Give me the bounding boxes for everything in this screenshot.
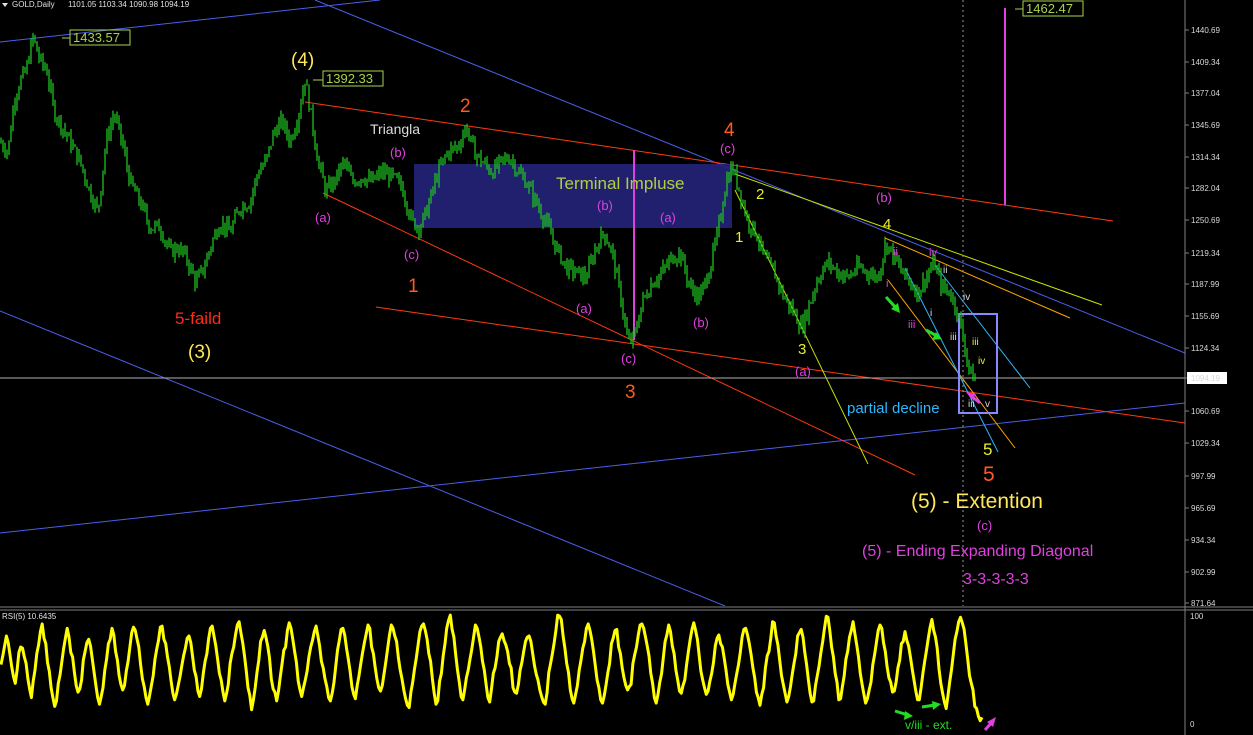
- triangla-label: Triangla: [370, 121, 420, 137]
- price-tick-label: 1060.69: [1191, 407, 1220, 416]
- blue-channel-lower: [0, 310, 726, 606]
- roman-iv-white: iv: [963, 292, 970, 303]
- chart-header: GOLD,Daily 1101.05 1103.34 1090.98 1094.…: [2, 0, 190, 9]
- magenta-b-4: (b): [876, 190, 892, 205]
- price-label-1392: 1392.33: [326, 71, 373, 86]
- roman-iv-magenta: iv: [929, 247, 937, 259]
- price-axis: 1440.69 1409.34 1377.04 1345.69 1314.34 1282.…: [1184, 0, 1227, 735]
- green-arrow-icon: [921, 701, 941, 710]
- price-tick-label: 1187.99: [1191, 280, 1220, 289]
- magenta-a-1: (a): [315, 210, 331, 225]
- magenta-b-3: (b): [693, 315, 709, 330]
- orange-mid: [322, 192, 916, 476]
- symbol-label: GOLD,Daily: [12, 0, 55, 9]
- magenta-c-3: (c): [720, 141, 735, 156]
- price-tick-label: 997.99: [1191, 472, 1216, 481]
- magenta-a-2: (a): [660, 210, 676, 225]
- yellow-2: 2: [756, 186, 764, 203]
- magenta-b-1: (b): [390, 145, 406, 160]
- blue-support: [0, 402, 1185, 534]
- yellow-5: 5: [983, 440, 992, 459]
- price-tick-label: 1282.04: [1191, 184, 1220, 193]
- rsi-label: RSI(5) 10.6435: [2, 612, 57, 621]
- price-label-1433: 1433.57: [73, 30, 120, 45]
- five-faild-label: 5-faild: [175, 309, 221, 328]
- green-arrow-icon: [925, 328, 942, 340]
- price-tick-label: 1440.69: [1191, 26, 1220, 35]
- roman-iii-white: iii: [950, 332, 957, 343]
- price-tick-label: 1124.34: [1191, 344, 1220, 353]
- price-label-1462: 1462.47: [1026, 1, 1073, 16]
- roman-v-bottom: v: [985, 399, 990, 410]
- ohlc-label: 1101.05 1103.34 1090.98 1094.19: [68, 0, 190, 9]
- roman-iv-yellow: iv: [978, 356, 985, 367]
- price-tick-label: 1377.04: [1191, 89, 1220, 98]
- wave-4-paren: (4): [291, 50, 314, 71]
- trendlines: [0, 0, 1185, 606]
- magenta-c-2: (c): [621, 351, 636, 366]
- orange-4: 4: [724, 120, 735, 141]
- roman-i-white: i: [930, 308, 932, 319]
- magenta-a-4: (a): [795, 364, 811, 379]
- roman-i-magenta: i: [886, 278, 888, 290]
- roman-iii-bottom: iii: [968, 399, 975, 410]
- wave-5-extention-label: (5) - Extention: [911, 490, 1043, 513]
- magenta-a-3: (a): [576, 301, 592, 316]
- green-arrow-icon: [884, 295, 900, 313]
- roman-iii-yellow: iii: [972, 337, 979, 348]
- magenta-b-2: (b): [597, 198, 613, 213]
- roman-ii-magenta: ii: [893, 246, 898, 258]
- rsi-tick-0: 0: [1190, 720, 1195, 729]
- wave-3-paren: (3): [188, 342, 211, 363]
- rsi-line: [0, 613, 984, 723]
- ending-diagonal-label: (5) - Ending Expanding Diagonal: [862, 543, 1093, 560]
- price-tick-label: 1219.34: [1191, 249, 1220, 258]
- rsi-panel: RSI(5) 10.6435 100 0 v/iii - ext.: [0, 606, 1253, 732]
- roman-ii-white: ii: [943, 265, 947, 276]
- price-tick-label: 1314.34: [1191, 153, 1220, 162]
- cyan-upper: [934, 264, 1031, 389]
- price-labels: 1433.57 1392.33 1462.47: [62, 0, 1084, 87]
- yellow-4: 4: [883, 216, 891, 233]
- price-tick-label: 965.69: [1191, 504, 1216, 513]
- price-tick-label: 1155.69: [1191, 312, 1220, 321]
- yellow-3: 3: [798, 341, 806, 358]
- price-tick-label: 1409.34: [1191, 58, 1220, 67]
- price-tick-label: 1029.34: [1191, 439, 1220, 448]
- orange-2: 2: [460, 96, 471, 117]
- chart-canvas: GOLD,Daily 1101.05 1103.34 1090.98 1094.…: [0, 0, 1253, 735]
- roman-iii-magenta: iii: [908, 319, 915, 331]
- price-tick-label: 1094.19: [1191, 374, 1220, 383]
- rsi-note-label: v/iii - ext.: [905, 718, 952, 732]
- rsi-tick-100: 100: [1190, 612, 1204, 621]
- triangle-down-icon[interactable]: [2, 3, 8, 7]
- orange-lower: [375, 306, 1185, 424]
- orange-small-lower: [887, 279, 1016, 449]
- magenta-c-1: (c): [404, 247, 419, 262]
- magenta-c-4: (c): [977, 518, 992, 533]
- price-tick-label: 902.99: [1191, 568, 1216, 577]
- yellow-diag-upper: [734, 173, 1103, 306]
- orange-small-upper: [884, 237, 1071, 319]
- terminal-impulse-label: Terminal Impluse: [556, 174, 685, 193]
- orange-1: 1: [408, 276, 419, 297]
- partial-decline-label: partial decline: [847, 400, 940, 417]
- price-tick-label: 1345.69: [1191, 121, 1220, 130]
- count-label: 3-3-3-3-3: [963, 571, 1029, 588]
- price-tick-label: 934.34: [1191, 536, 1216, 545]
- orange-3: 3: [625, 382, 636, 403]
- blue-channel-top: [0, 0, 381, 43]
- orange-5: 5: [983, 463, 995, 486]
- yellow-1: 1: [735, 229, 743, 246]
- magenta-arrow-icon: [983, 717, 996, 731]
- price-tick-label: 1250.69: [1191, 216, 1220, 225]
